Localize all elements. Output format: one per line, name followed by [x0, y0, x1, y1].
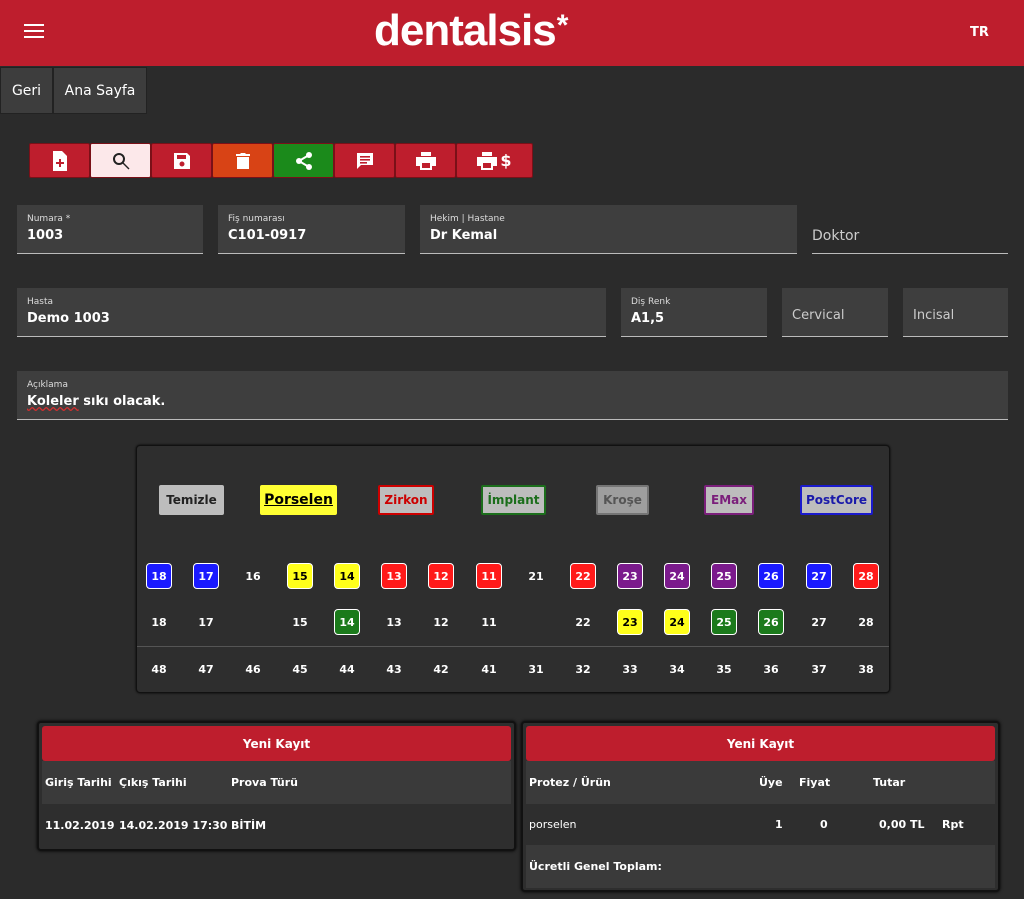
legend-porselen[interactable]: Porselen — [260, 485, 337, 515]
tooth-18[interactable]: 18 — [146, 609, 172, 635]
legend-implant[interactable]: İmplant — [481, 485, 546, 515]
print-button[interactable] — [395, 143, 456, 178]
tooth-13[interactable]: 13 — [381, 563, 407, 589]
new-record-button[interactable]: Yeni Kayıt — [42, 726, 511, 761]
tooth-17[interactable]: 17 — [193, 609, 219, 635]
tooth-43[interactable]: 43 — [381, 656, 407, 682]
back-button[interactable]: Geri — [0, 67, 53, 114]
search-icon — [112, 152, 129, 169]
teeth-chart: Temizle Porselen Zirkon İmplant Kroşe EMax Pos… — [136, 445, 890, 693]
home-button[interactable]: Ana Sayfa — [53, 67, 147, 114]
cervical-field[interactable]: Cervical — [782, 288, 888, 337]
aciklama-field[interactable]: Açıklama Koleler sıkı olacak. — [17, 371, 1008, 420]
tooth-11[interactable]: 11 — [476, 609, 502, 635]
table-row[interactable]: 11.02.2019 14.02.2019 17:30 BİTİM — [42, 805, 511, 847]
table-header: Giriş Tarihi Çıkış Tarihi Prova Türü — [42, 761, 511, 804]
share-button[interactable] — [273, 143, 334, 178]
tooth-16[interactable]: 16 — [240, 563, 266, 589]
doktor-field[interactable]: Doktor — [812, 205, 1008, 254]
logo: dentalsis* — [374, 6, 568, 55]
tooth-24[interactable]: 24 — [664, 563, 690, 589]
print-icon — [415, 151, 436, 170]
tooth-41[interactable]: 41 — [476, 656, 502, 682]
hasta-field[interactable]: Hasta Demo 1003 — [17, 288, 606, 337]
tooth-11[interactable]: 11 — [476, 563, 502, 589]
dis-renk-field[interactable]: Diş Renk A1,5 — [621, 288, 767, 337]
tooth-25[interactable]: 25 — [711, 563, 737, 589]
tooth-22[interactable]: 22 — [570, 563, 596, 589]
tooth-36[interactable]: 36 — [758, 656, 784, 682]
legend-emax[interactable]: EMax — [704, 485, 754, 515]
total-row: Ücretli Genel Toplam: — [526, 845, 995, 888]
print-price-icon — [477, 151, 498, 170]
numara-field[interactable]: Numara * 1003 — [17, 205, 203, 254]
message-button[interactable] — [334, 143, 395, 178]
top-bar: dentalsis* TR — [0, 0, 1024, 66]
divider — [137, 646, 889, 647]
new-record-button[interactable]: Yeni Kayıt — [526, 726, 995, 761]
message-icon — [356, 152, 373, 169]
tooth-27[interactable]: 27 — [806, 609, 832, 635]
tooth-26[interactable]: 26 — [758, 563, 784, 589]
tooth-35[interactable]: 35 — [711, 656, 737, 682]
tooth-15[interactable]: 15 — [287, 609, 313, 635]
tooth-12[interactable]: 12 — [428, 609, 454, 635]
product-panel: Yeni Kayıt Protez / Ürün Üye Fiyat Tutar… — [521, 721, 1000, 892]
save-icon — [173, 152, 190, 169]
tooth-15[interactable]: 15 — [287, 563, 313, 589]
search-button[interactable] — [90, 143, 151, 178]
tooth-12[interactable]: 12 — [428, 563, 454, 589]
tooth-25[interactable]: 25 — [711, 609, 737, 635]
tooth-23[interactable]: 23 — [617, 563, 643, 589]
tooth-42[interactable]: 42 — [428, 656, 454, 682]
dollar-icon: $ — [500, 151, 512, 170]
tooth-34[interactable]: 34 — [664, 656, 690, 682]
action-toolbar: $ — [29, 143, 533, 178]
prova-panel: Yeni Kayıt Giriş Tarihi Çıkış Tarihi Pro… — [37, 721, 516, 851]
tooth-33[interactable]: 33 — [617, 656, 643, 682]
tooth-27[interactable]: 27 — [806, 563, 832, 589]
tooth-14[interactable]: 14 — [334, 609, 360, 635]
legend-zirkon[interactable]: Zirkon — [378, 485, 434, 515]
tooth-37[interactable]: 37 — [806, 656, 832, 682]
tooth-32[interactable]: 32 — [570, 656, 596, 682]
tooth-23[interactable]: 23 — [617, 609, 643, 635]
tooth-26[interactable]: 26 — [758, 609, 784, 635]
legend-temizle[interactable]: Temizle — [159, 485, 224, 515]
tooth-14[interactable]: 14 — [334, 563, 360, 589]
tooth-48[interactable]: 48 — [146, 656, 172, 682]
tooth-46[interactable]: 46 — [240, 656, 266, 682]
tooth-28[interactable]: 28 — [853, 563, 879, 589]
save-button[interactable] — [151, 143, 212, 178]
tooth-44[interactable]: 44 — [334, 656, 360, 682]
delete-button[interactable] — [212, 143, 273, 178]
tooth-22[interactable]: 22 — [570, 609, 596, 635]
menu-icon[interactable] — [24, 24, 44, 40]
tooth-17[interactable]: 17 — [193, 563, 219, 589]
tooth-47[interactable]: 47 — [193, 656, 219, 682]
hekim-hastane-field[interactable]: Hekim | Hastane Dr Kemal — [420, 205, 797, 254]
tooth-21[interactable]: 21 — [523, 563, 549, 589]
table-header: Protez / Ürün Üye Fiyat Tutar — [526, 761, 995, 804]
fis-number-field[interactable]: Fiş numarası C101-0917 — [218, 205, 405, 254]
language-switch[interactable]: TR — [970, 25, 989, 40]
print-price-button[interactable]: $ — [456, 143, 533, 178]
tooth-38[interactable]: 38 — [853, 656, 879, 682]
incisal-field[interactable]: Incisal — [903, 288, 1008, 337]
tooth-13[interactable]: 13 — [381, 609, 407, 635]
table-row[interactable]: porselen 1 0 0,00 TL Rpt — [526, 805, 995, 845]
share-icon — [295, 151, 312, 170]
tooth-28[interactable]: 28 — [853, 609, 879, 635]
legend-kroe[interactable]: Kroşe — [596, 485, 649, 515]
add-document-icon — [52, 150, 67, 171]
tooth-24[interactable]: 24 — [664, 609, 690, 635]
new-record-button[interactable] — [29, 143, 90, 178]
tooth-18[interactable]: 18 — [146, 563, 172, 589]
tooth-31[interactable]: 31 — [523, 656, 549, 682]
legend-postcore[interactable]: PostCore — [800, 485, 873, 515]
tooth-45[interactable]: 45 — [287, 656, 313, 682]
delete-icon — [235, 152, 250, 169]
